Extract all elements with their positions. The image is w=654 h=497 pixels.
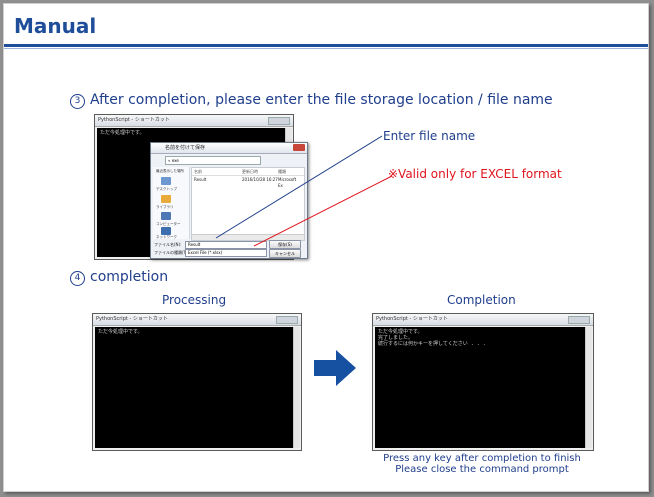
column-modified[interactable]: 更新日時 (242, 168, 258, 175)
step4-text: completion (90, 269, 169, 285)
step3-text: After completion, please enter the file … (90, 92, 553, 108)
file-modified: 2016/10/28 16:27 (242, 177, 278, 182)
completion-note: Press any key after completion to finish… (372, 453, 592, 475)
completion-caption: Completion (447, 293, 516, 307)
file-list-header: 名前 更新日時 種類 (192, 168, 304, 176)
filename-label: ファイル名(N): (154, 242, 182, 247)
processing-titlebar: PythonScript - ショートカット (93, 314, 301, 326)
step3-console-titlebar: PythonScript - ショートカット (95, 115, 293, 127)
window-controls-icon[interactable] (276, 316, 298, 324)
annotation-excel: ※Valid only for EXCEL format (388, 167, 562, 181)
folder-icon (161, 177, 171, 185)
address-bar[interactable]: « exe (165, 156, 261, 165)
page-title: Manual (14, 14, 97, 38)
filetype-select[interactable]: Excel File (*.xlsx) (185, 249, 267, 257)
sidebar-item-library[interactable]: ライブラリ (156, 205, 174, 210)
file-name: Result (194, 177, 207, 182)
file-row[interactable]: Result 2016/10/28 16:27 Microsoft Ex (194, 177, 302, 188)
sidebar-item-desktop[interactable]: デスクトップ (156, 187, 177, 192)
completion-titlebar: PythonScript - ショートカット (373, 314, 593, 326)
processing-console-window: PythonScript - ショートカット ただ今処理中です。 (92, 313, 302, 451)
annotation-filename: Enter file name (383, 129, 476, 143)
close-icon[interactable] (293, 144, 305, 151)
completion-note-line1: Press any key after completion to finish (383, 453, 581, 464)
filename-input[interactable]: Result (185, 241, 267, 249)
step3-heading: 3 After completion, please enter the file… (70, 92, 553, 109)
network-icon (161, 227, 171, 235)
save-button[interactable]: 保存(S) (269, 240, 301, 249)
step3-number: 3 (70, 94, 85, 109)
window-controls-icon[interactable] (568, 316, 590, 324)
save-dialog-title: 名前を付けて保存 (151, 143, 307, 154)
step4-number: 4 (70, 271, 85, 286)
processing-caption: Processing (162, 293, 227, 307)
window-controls-icon[interactable] (268, 117, 290, 125)
cancel-button[interactable]: キャンセル (269, 249, 301, 258)
computer-icon (161, 212, 171, 220)
file-type: Microsoft Ex (278, 177, 297, 188)
completion-scrollbar[interactable] (585, 327, 592, 448)
step4-heading: 4 completion (70, 269, 168, 286)
sidebar-item-network[interactable]: ネットワーク (156, 235, 177, 240)
title-rule-thin (4, 48, 648, 49)
completion-console-window: PythonScript - ショートカット ただ今処理中です。 完了しました。… (372, 313, 594, 451)
completion-note-line2: Please close the command prompt (395, 464, 569, 475)
column-name[interactable]: 名前 (194, 168, 202, 175)
processing-scrollbar[interactable] (293, 327, 300, 448)
file-list: 名前 更新日時 種類 Result 2016/10/28 16:27 Micro… (191, 167, 305, 241)
right-arrow-icon (314, 350, 356, 386)
save-dialog: 名前を付けて保存 « exe 最近表示した場所 デスクトップ ライブラリ コンピ… (150, 142, 308, 259)
library-icon (161, 195, 171, 203)
completion-console-output: ただ今処理中です。 完了しました。 続行するには何かキーを押してください . .… (375, 327, 585, 448)
processing-console-output: ただ今処理中です。 (95, 327, 293, 448)
nav-sidebar: 最近表示した場所 デスクトップ ライブラリ コンピューター ネットワーク (153, 167, 190, 239)
slide: Manual 3 After completion, please enter t… (3, 3, 649, 492)
sidebar-item-recent[interactable]: 最近表示した場所 (156, 169, 184, 174)
filetype-label: ファイルの種類(T): (154, 250, 189, 255)
title-rule (4, 44, 648, 47)
column-type[interactable]: 種類 (278, 168, 286, 175)
